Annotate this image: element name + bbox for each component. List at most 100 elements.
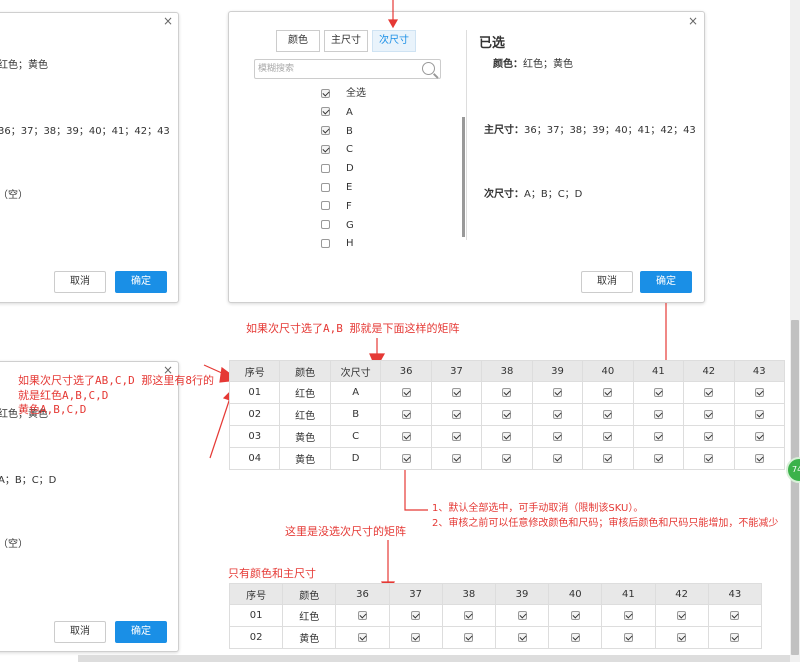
sku-checkbox[interactable] xyxy=(754,453,764,463)
size-check-cell xyxy=(494,604,550,627)
size-check-cell xyxy=(707,604,763,627)
size-check-cell xyxy=(733,403,786,426)
sku-checkbox[interactable] xyxy=(502,387,512,397)
column-header: 39 xyxy=(531,360,584,382)
sku-checkbox[interactable] xyxy=(730,632,740,642)
sku-checkbox[interactable] xyxy=(552,431,562,441)
sku-checkbox[interactable] xyxy=(754,387,764,397)
sku-checkbox[interactable] xyxy=(603,431,613,441)
size-check-cell xyxy=(481,425,533,448)
size-check-cell xyxy=(582,381,634,404)
table-row: 02 红色 B xyxy=(228,403,786,426)
sku-checkbox[interactable] xyxy=(464,632,474,642)
cell-color: 黄色 xyxy=(279,447,331,470)
cell-no: 04 xyxy=(228,447,281,470)
size-check-cell xyxy=(335,604,390,627)
arrow-line xyxy=(209,394,232,459)
sku-checkbox[interactable] xyxy=(552,453,562,463)
sku-checkbox[interactable] xyxy=(653,409,663,419)
table-row: 02 黄色 xyxy=(228,626,763,649)
cell-color: 黄色 xyxy=(279,425,331,448)
cell-no: 03 xyxy=(228,425,281,448)
table-header-row: 序号 颜色 次尺寸 36 37 38 39 40 41 42 43 xyxy=(228,360,786,382)
sku-checkbox[interactable] xyxy=(603,409,613,419)
sku-checkbox[interactable] xyxy=(464,610,474,620)
sku-checkbox[interactable] xyxy=(517,632,527,642)
sku-checkbox[interactable] xyxy=(754,431,764,441)
column-header: 37 xyxy=(388,583,443,605)
sku-checkbox[interactable] xyxy=(357,610,367,620)
sku-checkbox[interactable] xyxy=(653,387,663,397)
cell-sub: A xyxy=(329,381,382,404)
size-check-cell xyxy=(707,626,763,649)
sku-checkbox[interactable] xyxy=(570,610,580,620)
column-header: 41 xyxy=(632,360,685,382)
sku-checkbox[interactable] xyxy=(704,387,714,397)
size-check-cell xyxy=(380,447,432,470)
size-check-cell xyxy=(632,403,685,426)
sku-checkbox[interactable] xyxy=(502,431,512,441)
sku-checkbox[interactable] xyxy=(452,409,462,419)
size-check-cell xyxy=(388,626,443,649)
size-check-cell xyxy=(733,381,786,404)
size-check-cell xyxy=(632,381,685,404)
horizontal-scrollbar[interactable] xyxy=(78,655,790,662)
cell-sub: D xyxy=(329,447,382,470)
sku-checkbox[interactable] xyxy=(502,409,512,419)
sku-checkbox[interactable] xyxy=(704,409,714,419)
sku-checkbox[interactable] xyxy=(754,409,764,419)
sku-checkbox[interactable] xyxy=(552,387,562,397)
sku-checkbox[interactable] xyxy=(517,610,527,620)
sku-checkbox[interactable] xyxy=(730,610,740,620)
sku-checkbox[interactable] xyxy=(704,431,714,441)
column-header: 序号 xyxy=(228,360,281,382)
sku-checkbox[interactable] xyxy=(452,453,462,463)
column-header: 37 xyxy=(430,360,483,382)
size-check-cell xyxy=(481,447,533,470)
sku-checkbox[interactable] xyxy=(677,632,687,642)
sku-checkbox[interactable] xyxy=(401,387,411,397)
sku-checkbox[interactable] xyxy=(623,610,633,620)
size-check-cell xyxy=(632,447,685,470)
column-header: 43 xyxy=(707,583,763,605)
column-header: 颜色 xyxy=(279,360,331,382)
size-check-cell xyxy=(481,381,533,404)
sku-checkbox[interactable] xyxy=(502,453,512,463)
sku-checkbox[interactable] xyxy=(603,387,613,397)
sku-checkbox[interactable] xyxy=(653,453,663,463)
size-check-cell xyxy=(548,604,603,627)
sku-checkbox[interactable] xyxy=(452,387,462,397)
sku-checkbox[interactable] xyxy=(552,409,562,419)
column-header: 40 xyxy=(582,360,634,382)
size-check-cell xyxy=(654,626,709,649)
sku-checkbox[interactable] xyxy=(623,632,633,642)
vertical-scrollbar[interactable] xyxy=(790,0,800,662)
size-check-cell xyxy=(632,425,685,448)
column-header: 38 xyxy=(441,583,496,605)
sku-checkbox[interactable] xyxy=(570,632,580,642)
sku-checkbox[interactable] xyxy=(411,632,421,642)
sku-matrix-with-sub-size: 序号 颜色 次尺寸 36 37 38 39 40 41 42 43 01 红色 A 02 红色 B 03 黄色 C 04… xyxy=(228,360,786,470)
size-check-cell xyxy=(380,381,432,404)
sku-checkbox[interactable] xyxy=(411,610,421,620)
sku-checkbox[interactable] xyxy=(603,453,613,463)
size-check-cell xyxy=(582,447,634,470)
sku-checkbox[interactable] xyxy=(677,610,687,620)
size-check-cell xyxy=(531,425,584,448)
size-check-cell xyxy=(335,626,390,649)
table-header-row: 序号 颜色 36 37 38 39 40 41 42 43 xyxy=(228,583,763,605)
column-header: 36 xyxy=(335,583,390,605)
cell-color: 红色 xyxy=(279,403,331,426)
sku-checkbox[interactable] xyxy=(653,431,663,441)
sku-checkbox[interactable] xyxy=(401,453,411,463)
sku-checkbox[interactable] xyxy=(357,632,367,642)
sku-checkbox[interactable] xyxy=(704,453,714,463)
sku-checkbox[interactable] xyxy=(401,431,411,441)
size-check-cell xyxy=(601,626,656,649)
arrow-head xyxy=(387,19,399,29)
column-header: 42 xyxy=(683,360,735,382)
scrollbar-thumb[interactable] xyxy=(791,320,799,655)
sku-checkbox[interactable] xyxy=(452,431,462,441)
cell-no: 02 xyxy=(228,403,281,426)
sku-checkbox[interactable] xyxy=(401,409,411,419)
